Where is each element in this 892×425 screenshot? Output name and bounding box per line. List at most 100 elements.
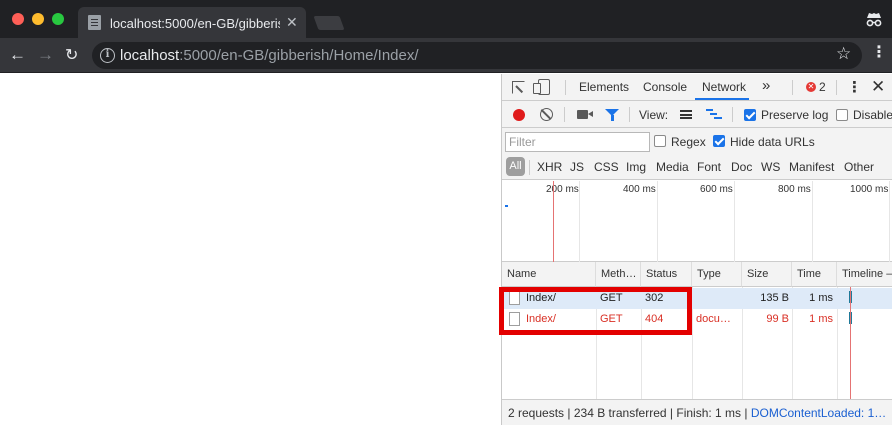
column-header-type[interactable]: Type <box>692 262 742 287</box>
column-header-method[interactable]: Meth… <box>596 262 641 287</box>
reload-button[interactable]: ↻ <box>65 45 78 65</box>
list-view-icon[interactable] <box>680 110 692 119</box>
record-icon[interactable] <box>513 109 525 121</box>
forward-button[interactable]: → <box>37 45 54 65</box>
error-count[interactable]: 2 <box>819 80 826 94</box>
preserve-log-label: Preserve log <box>761 108 829 122</box>
window-maximize-button[interactable] <box>52 13 64 25</box>
clear-icon[interactable] <box>540 108 553 121</box>
divider <box>564 107 565 122</box>
new-tab-button[interactable] <box>313 16 345 30</box>
devtools-panel: Elements Console Network » ✕ 2 ⋮ ✕ View:… <box>501 74 892 425</box>
page-viewport <box>0 74 501 425</box>
type-filter-img[interactable]: Img <box>626 160 646 174</box>
column-header-size[interactable]: Size <box>742 262 792 287</box>
preserve-log-checkbox[interactable] <box>744 109 756 121</box>
overview-gridline <box>812 181 813 262</box>
disable-cache-label: Disable cache <box>853 108 892 122</box>
overview-tick-label: 200 ms <box>546 184 579 195</box>
highlight-annotation-box <box>499 287 692 335</box>
disable-cache-checkbox[interactable] <box>836 109 848 121</box>
type-filter-manifest[interactable]: Manifest <box>789 160 834 174</box>
tab-network[interactable]: Network <box>702 80 746 94</box>
url-host: localhost <box>120 47 180 64</box>
overview-gridline <box>734 181 735 262</box>
inspect-icon[interactable] <box>512 81 525 94</box>
tab-console[interactable]: Console <box>643 80 687 94</box>
url-text[interactable]: localhost:5000/en-GB/gibberish/Home/Inde… <box>120 47 419 64</box>
request-time: 1 ms <box>809 292 833 304</box>
overview-tick-label: 800 ms <box>778 184 811 195</box>
column-header-timeline[interactable]: Timeline – Start Time <box>837 262 892 287</box>
menu-icon[interactable]: ⋮ <box>871 45 887 61</box>
overview-gridline <box>889 181 890 262</box>
request-time: 1 ms <box>809 313 833 325</box>
transferred-size: 234 B transferred <box>573 406 667 420</box>
error-icon[interactable]: ✕ <box>806 82 816 92</box>
star-icon[interactable]: ☆ <box>836 44 851 64</box>
load-event-marker <box>553 181 554 262</box>
network-controls: View: Preserve log Disable cache <box>502 101 892 128</box>
view-label: View: <box>639 108 669 122</box>
divider <box>836 80 837 95</box>
tab-elements[interactable]: Elements <box>579 80 629 94</box>
request-size: 99 B <box>766 313 789 325</box>
load-event-line <box>850 287 851 399</box>
overview-gridline <box>657 181 658 262</box>
filter-input[interactable] <box>505 132 650 152</box>
overview-gridline <box>579 181 580 262</box>
divider <box>629 107 630 122</box>
network-filterbar: Regex Hide data URLs <box>502 128 892 154</box>
overview-tick-label: 400 ms <box>623 184 656 195</box>
tab-title: localhost:5000/en-GB/gibberish/Home/Inde… <box>110 16 280 31</box>
camera-icon[interactable] <box>577 110 593 119</box>
device-icon[interactable] <box>533 79 550 95</box>
type-filter-xhr[interactable]: XHR <box>537 160 562 174</box>
overview-tick-label: 1000 ms <box>850 184 889 195</box>
url-path: :5000/en-GB/gibberish/Home/Index/ <box>179 47 419 64</box>
dom-content-loaded: DOMContentLoaded: 1… <box>750 406 887 420</box>
status-summary: 2 requests | 234 B transferred | Finish:… <box>508 406 887 420</box>
divider <box>732 107 733 122</box>
window-minimize-button[interactable] <box>32 13 44 25</box>
finish-time: Finish: 1 ms <box>676 406 742 420</box>
browser-toolbar: ← → ↻ i localhost:5000/en-GB/gibberish/H… <box>0 38 892 73</box>
type-filter-doc[interactable]: Doc <box>731 160 752 174</box>
address-bar[interactable]: i localhost:5000/en-GB/gibberish/Home/In… <box>92 42 862 69</box>
divider <box>529 160 530 175</box>
devtools-menu-icon[interactable]: ⋮ <box>847 78 862 96</box>
type-filter-all[interactable]: All <box>506 157 525 176</box>
hide-data-urls-checkbox[interactable] <box>713 135 725 147</box>
devtools-tabbar: Elements Console Network » ✕ 2 ⋮ ✕ <box>502 74 892 101</box>
type-filter-js[interactable]: JS <box>570 160 584 174</box>
column-header-time[interactable]: Time <box>792 262 837 287</box>
regex-checkbox[interactable] <box>654 135 666 147</box>
browser-titlebar: localhost:5000/en-GB/gibberish/Home/Inde… <box>0 0 892 38</box>
info-icon[interactable]: i <box>100 48 115 63</box>
column-header-name[interactable]: Name <box>502 262 596 287</box>
column-header-status[interactable]: Status <box>641 262 692 287</box>
incognito-icon <box>866 13 882 27</box>
document-icon <box>88 15 101 30</box>
filter-icon[interactable] <box>605 109 619 121</box>
more-tabs-button[interactable]: » <box>762 77 770 94</box>
regex-label: Regex <box>671 135 706 149</box>
back-button[interactable]: ← <box>9 45 26 65</box>
type-filter-other[interactable]: Other <box>844 160 874 174</box>
tab-close-icon[interactable]: ✕ <box>286 14 298 31</box>
network-statusbar: 2 requests | 234 B transferred | Finish:… <box>502 399 892 425</box>
request-size: 135 B <box>760 292 789 304</box>
type-filter-font[interactable]: Font <box>697 160 721 174</box>
devtools-close-icon[interactable]: ✕ <box>871 77 885 97</box>
request-type: docu… <box>696 313 731 325</box>
type-filter-ws[interactable]: WS <box>761 160 780 174</box>
request-count: 2 requests <box>508 406 565 420</box>
waterfall-view-icon[interactable] <box>706 109 722 121</box>
window-close-button[interactable] <box>12 13 24 25</box>
divider <box>792 80 793 95</box>
network-overview-timeline[interactable]: 200 ms 400 ms 600 ms 800 ms 1000 ms <box>502 181 892 262</box>
type-filter-css[interactable]: CSS <box>594 160 619 174</box>
type-filter-media[interactable]: Media <box>656 160 689 174</box>
divider <box>565 80 566 95</box>
browser-tab[interactable]: localhost:5000/en-GB/gibberish/Home/Inde… <box>78 7 306 38</box>
